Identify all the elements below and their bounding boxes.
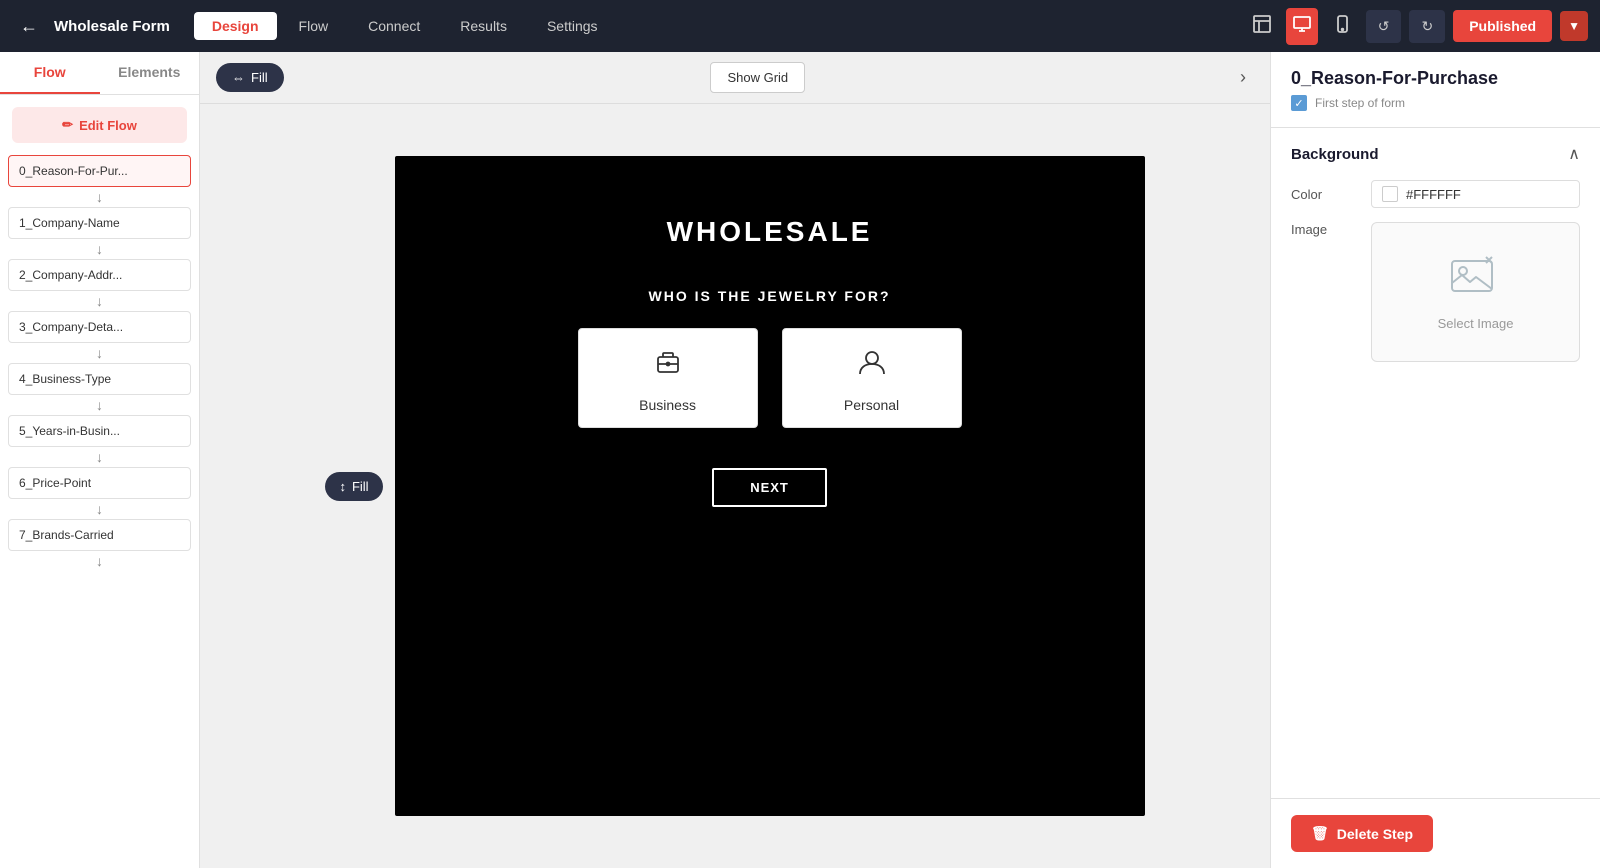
back-button[interactable]: ← bbox=[12, 12, 46, 41]
flow-item-1[interactable]: 1_Company-Name bbox=[8, 207, 191, 239]
flow-arrow-1: ↓ bbox=[8, 241, 191, 257]
flow-item-6[interactable]: 6_Price-Point bbox=[8, 467, 191, 499]
preview-option-business[interactable]: Business bbox=[578, 328, 758, 428]
canvas-toolbar: ⇔ Fill Show Grid › bbox=[200, 52, 1270, 104]
tab-connect[interactable]: Connect bbox=[350, 12, 438, 40]
canvas-preview: WHOLESALE WHO IS THE JEWELRY FOR? Bu bbox=[395, 156, 1145, 816]
color-input[interactable]: #FFFFFF bbox=[1371, 180, 1580, 208]
fill-button-left[interactable]: ↕ Fill bbox=[325, 472, 382, 501]
image-label: Image bbox=[1291, 222, 1371, 237]
show-grid-button[interactable]: Show Grid bbox=[710, 62, 805, 93]
color-prop-row: Color #FFFFFF bbox=[1291, 180, 1580, 208]
canvas-area: ⇔ Fill Show Grid › ↕ Fill WHOLESALE WHO … bbox=[200, 52, 1270, 868]
edit-flow-label: Edit Flow bbox=[79, 118, 137, 133]
view-desktop-button[interactable] bbox=[1286, 8, 1318, 45]
flow-item-3[interactable]: 3_Company-Deta... bbox=[8, 311, 191, 343]
right-panel: 0_Reason-For-Purchase ✓ First step of fo… bbox=[1270, 52, 1600, 868]
left-sidebar: Flow Elements ✏ Edit Flow 0_Reason-For-P… bbox=[0, 52, 200, 868]
select-image-label: Select Image bbox=[1438, 316, 1514, 331]
flow-item-7[interactable]: 7_Brands-Carried bbox=[8, 519, 191, 551]
briefcase-icon bbox=[650, 344, 686, 385]
flow-arrow-3: ↓ bbox=[8, 345, 191, 361]
sidebar-tab-flow[interactable]: Flow bbox=[0, 52, 100, 94]
background-section: Background ∧ Color #FFFFFF Image bbox=[1271, 128, 1600, 392]
flow-item-5[interactable]: 5_Years-in-Busin... bbox=[8, 415, 191, 447]
delete-step-label: Delete Step bbox=[1337, 826, 1413, 842]
color-label: Color bbox=[1291, 187, 1371, 202]
first-step-row: ✓ First step of form bbox=[1291, 95, 1580, 111]
option-personal-label: Personal bbox=[844, 397, 899, 413]
flow-list: 0_Reason-For-Pur... ↓ 1_Company-Name ↓ 2… bbox=[0, 155, 199, 868]
fill-label-top: Fill bbox=[251, 70, 268, 85]
redo-button[interactable]: ↻ bbox=[1409, 10, 1445, 43]
option-business-label: Business bbox=[639, 397, 696, 413]
tab-results[interactable]: Results bbox=[442, 12, 525, 40]
sidebar-tab-elements[interactable]: Elements bbox=[100, 52, 200, 94]
image-prop-row: Image Select Image bbox=[1291, 222, 1580, 362]
color-swatch bbox=[1382, 186, 1398, 202]
fill-icon-left: ↕ bbox=[339, 479, 346, 494]
flow-arrow-2: ↓ bbox=[8, 293, 191, 309]
preview-next-button[interactable]: NEXT bbox=[712, 468, 827, 507]
right-panel-footer: 🗑 Delete Step bbox=[1271, 798, 1600, 868]
fill-icon-top: ⇔ bbox=[232, 70, 245, 85]
color-value: #FFFFFF bbox=[1406, 187, 1461, 202]
flow-arrow-4: ↓ bbox=[8, 397, 191, 413]
tab-flow[interactable]: Flow bbox=[281, 12, 347, 40]
view-fullscreen-button[interactable] bbox=[1246, 8, 1278, 45]
flow-arrow-0: ↓ bbox=[8, 189, 191, 205]
right-panel-header: 0_Reason-For-Purchase ✓ First step of fo… bbox=[1271, 52, 1600, 127]
preview-question: WHO IS THE JEWELRY FOR? bbox=[649, 288, 891, 304]
section-header-background: Background ∧ bbox=[1291, 144, 1580, 164]
top-bar: ← Wholesale Form Design Flow Connect Res… bbox=[0, 0, 1600, 52]
canvas-wrapper: ↕ Fill WHOLESALE WHO IS THE JEWELRY FOR? bbox=[200, 104, 1270, 868]
flow-arrow-7: ↓ bbox=[8, 553, 191, 569]
fill-label-left: Fill bbox=[352, 479, 369, 494]
published-button[interactable]: Published bbox=[1453, 10, 1552, 42]
preview-title: WHOLESALE bbox=[667, 216, 873, 248]
view-mobile-button[interactable] bbox=[1326, 8, 1358, 45]
section-title-background: Background bbox=[1291, 146, 1379, 163]
person-icon bbox=[854, 344, 890, 385]
sidebar-tabs: Flow Elements bbox=[0, 52, 199, 95]
preview-option-personal[interactable]: Personal bbox=[782, 328, 962, 428]
tab-settings[interactable]: Settings bbox=[529, 12, 616, 40]
flow-item-0[interactable]: 0_Reason-For-Pur... bbox=[8, 155, 191, 187]
canvas-nav-right[interactable]: › bbox=[1232, 63, 1254, 92]
delete-step-button[interactable]: 🗑 Delete Step bbox=[1291, 815, 1433, 852]
top-bar-right: ↺ ↻ Published ▼ bbox=[1246, 8, 1588, 45]
first-step-label: First step of form bbox=[1315, 96, 1405, 110]
flow-arrow-5: ↓ bbox=[8, 449, 191, 465]
trash-icon: 🗑 bbox=[1311, 825, 1329, 842]
flow-item-4[interactable]: 4_Business-Type bbox=[8, 363, 191, 395]
edit-flow-icon: ✏ bbox=[62, 117, 73, 133]
image-placeholder-icon bbox=[1448, 253, 1504, 306]
image-upload-area[interactable]: Select Image bbox=[1371, 222, 1580, 362]
app-title: Wholesale Form bbox=[54, 18, 170, 35]
flow-arrow-6: ↓ bbox=[8, 501, 191, 517]
preview-options: Business Personal bbox=[578, 328, 962, 428]
main-layout: Flow Elements ✏ Edit Flow 0_Reason-For-P… bbox=[0, 52, 1600, 868]
nav-tabs: Design Flow Connect Results Settings bbox=[194, 12, 1238, 40]
undo-button[interactable]: ↺ bbox=[1366, 10, 1402, 43]
published-caret-button[interactable]: ▼ bbox=[1560, 11, 1588, 41]
background-collapse-button[interactable]: ∧ bbox=[1568, 144, 1580, 164]
step-title: 0_Reason-For-Purchase bbox=[1291, 68, 1580, 89]
first-step-checkbox[interactable]: ✓ bbox=[1291, 95, 1307, 111]
flow-item-2[interactable]: 2_Company-Addr... bbox=[8, 259, 191, 291]
tab-design[interactable]: Design bbox=[194, 12, 277, 40]
fill-button-top[interactable]: ⇔ Fill bbox=[216, 63, 284, 92]
edit-flow-button[interactable]: ✏ Edit Flow bbox=[12, 107, 187, 143]
